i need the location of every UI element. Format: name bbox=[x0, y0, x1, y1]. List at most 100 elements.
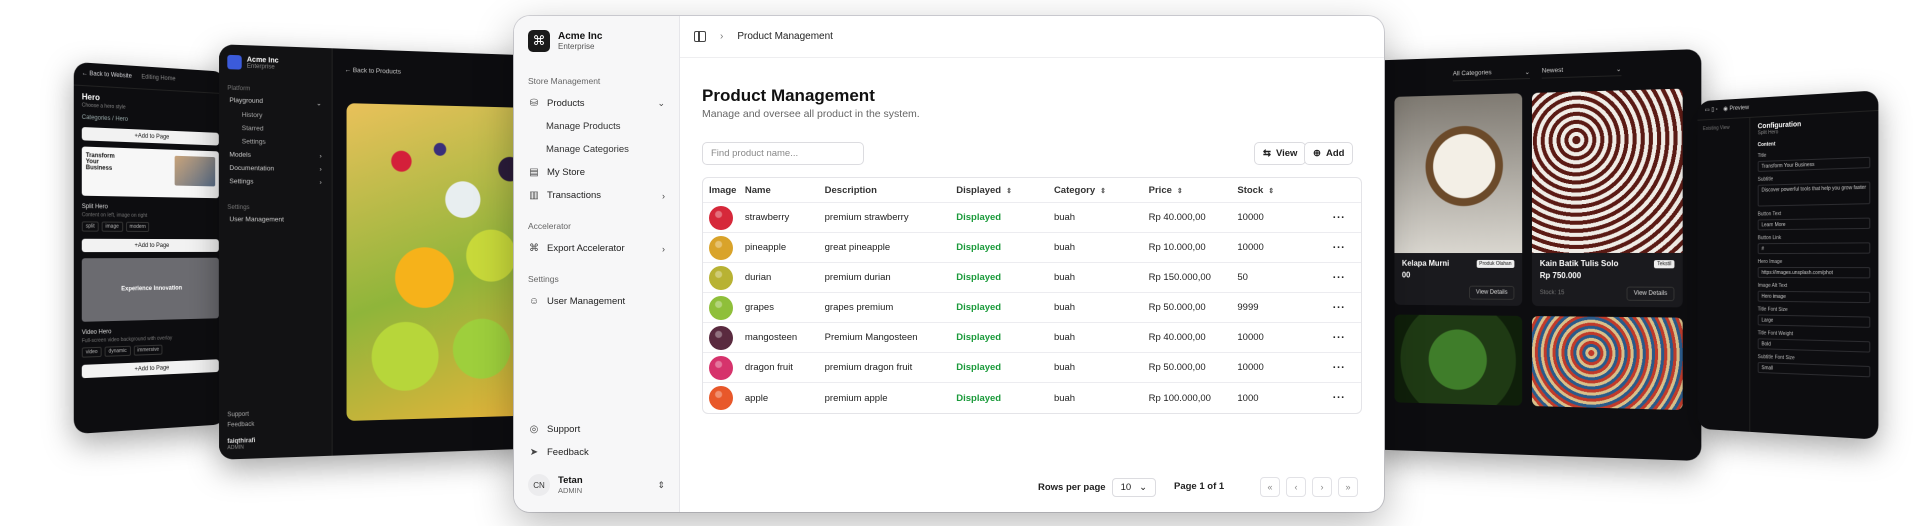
back-to-products-link[interactable]: ← Back to Products bbox=[333, 48, 533, 87]
table-row[interactable]: mangosteen Premium Mangosteen Displayed bua… bbox=[703, 323, 1361, 353]
settings-label: Settings bbox=[528, 274, 559, 284]
hero-image-field[interactable]: https://images.unsplash.com/phot bbox=[1757, 266, 1871, 279]
button-link-field[interactable]: # bbox=[1757, 242, 1871, 255]
product-image-cell bbox=[703, 325, 745, 350]
col-displayed[interactable]: Displayed ⇕ bbox=[956, 185, 1054, 196]
product-category: buah bbox=[1053, 272, 1076, 283]
add-to-page-button[interactable]: + Add to Page bbox=[81, 238, 219, 253]
nav-settings[interactable]: Settings › bbox=[219, 175, 332, 190]
chevron-right-icon: › bbox=[662, 190, 665, 201]
feedback-link[interactable]: Feedback bbox=[227, 418, 323, 431]
nav-user-management[interactable]: User Management bbox=[219, 213, 332, 227]
brand-name: Acme Inc bbox=[558, 31, 603, 42]
device-toggle-icon[interactable]: ▭ ▯ ▫ bbox=[1705, 106, 1718, 114]
product-description: premium apple bbox=[824, 392, 888, 404]
fruit-platter-image bbox=[346, 103, 533, 421]
back-to-website-link[interactable]: ← Back to Website bbox=[82, 71, 132, 80]
row-actions-icon[interactable]: ··· bbox=[1317, 242, 1361, 254]
breadcrumb: Product Management bbox=[737, 31, 833, 42]
view-options-button[interactable]: ⇆ View bbox=[1254, 142, 1307, 165]
table-row[interactable]: grapes grapes premium Displayed buah Rp 50.0… bbox=[703, 293, 1361, 323]
col-category[interactable]: Category ⇕ bbox=[1054, 185, 1149, 196]
view-details-button[interactable]: View Details bbox=[1469, 285, 1515, 300]
sort-icon: ⇕ bbox=[1268, 187, 1275, 195]
row-actions-icon[interactable]: ··· bbox=[1317, 302, 1361, 314]
sort-select[interactable]: Newest ⌄ bbox=[1541, 61, 1622, 79]
last-page-button[interactable]: » bbox=[1338, 477, 1358, 497]
add-to-page-button[interactable]: + Add to Page bbox=[81, 359, 219, 379]
sidebar-item-label: Feedback bbox=[547, 447, 589, 458]
tag: image bbox=[101, 221, 123, 232]
product-card[interactable]: Kain Batik Tulis Solo Tekstil Rp 750.000 … bbox=[1531, 88, 1683, 308]
displayed-status: Displayed bbox=[956, 362, 1002, 373]
config-left: Existing View bbox=[1697, 117, 1751, 432]
row-actions-icon[interactable]: ··· bbox=[1317, 392, 1361, 404]
title-field[interactable]: Transform Your Business bbox=[1757, 156, 1871, 172]
sidebar-toggle-icon[interactable] bbox=[694, 31, 706, 42]
row-actions-icon[interactable]: ··· bbox=[1317, 272, 1361, 284]
col-price[interactable]: Price ⇕ bbox=[1149, 185, 1238, 196]
sidebar-item-manage-products[interactable]: Manage Products bbox=[514, 115, 679, 138]
subtitle-font-size-select[interactable]: Small bbox=[1757, 362, 1871, 378]
rows-per-page-select[interactable]: 10 ⌄ bbox=[1111, 478, 1157, 497]
title-font-weight-select[interactable]: Bold bbox=[1757, 338, 1871, 353]
first-page-button[interactable]: « bbox=[1260, 477, 1280, 497]
table-row[interactable]: apple premium apple Displayed buah Rp 100.00… bbox=[703, 383, 1361, 413]
split-hero-tags: split image modern bbox=[74, 218, 226, 235]
user-menu[interactable]: CN Tetan ADMIN ⇕ bbox=[514, 464, 679, 512]
team-switcher[interactable]: ⌘ Acme Inc Enterprise bbox=[514, 16, 679, 62]
sidebar-item-user-management[interactable]: ☺ User Management bbox=[514, 290, 679, 313]
table-row[interactable]: durian premium durian Displayed buah Rp 150.… bbox=[703, 263, 1361, 293]
displayed-status: Displayed bbox=[956, 392, 1002, 404]
product-stock: 10000 bbox=[1237, 362, 1264, 373]
product-card[interactable] bbox=[1531, 316, 1683, 411]
displayed-status: Displayed bbox=[956, 332, 1002, 343]
preview-button[interactable]: ◉ Preview bbox=[1723, 104, 1749, 112]
subtitle-field[interactable]: Discover powerful tools that help you gr… bbox=[1757, 181, 1871, 207]
sidebar-item-products[interactable]: ⛁ Products ⌄ bbox=[514, 92, 679, 115]
product-thumbnail bbox=[709, 235, 733, 260]
product-price: Rp 150.000,00 bbox=[1148, 272, 1211, 283]
product-card[interactable] bbox=[1394, 314, 1523, 406]
field-label: Title Font Size bbox=[1757, 306, 1788, 314]
add-to-page-button[interactable]: + Add to Page bbox=[81, 127, 219, 146]
sidebar-footer: ◎ Support ➤ Feedback CN Tetan ADMIN ⇕ bbox=[514, 418, 679, 512]
product-management-window: ⌘ Acme Inc Enterprise Store Management ⛁… bbox=[514, 16, 1384, 512]
product-category: buah bbox=[1053, 242, 1076, 253]
title-font-size-select[interactable]: Large bbox=[1757, 314, 1871, 328]
video-hero-thumbnail[interactable]: Experience Innovation bbox=[81, 257, 219, 322]
col-description: Description bbox=[824, 184, 877, 196]
product-search-input[interactable] bbox=[702, 142, 864, 165]
sidebar-item-label: My Store bbox=[547, 167, 586, 178]
category-select[interactable]: All Categories ⌄ bbox=[1452, 65, 1530, 82]
row-actions-icon[interactable]: ··· bbox=[1317, 332, 1361, 344]
product-category: buah bbox=[1053, 362, 1076, 373]
sidebar-item-support[interactable]: ◎ Support bbox=[514, 418, 679, 441]
button-text-field[interactable]: Learn More bbox=[1757, 217, 1871, 231]
prev-page-button[interactable]: ‹ bbox=[1286, 477, 1306, 497]
table-row[interactable]: strawberry premium strawberry Displayed bua… bbox=[703, 203, 1361, 233]
split-hero-thumbnail[interactable]: Transform Your Business bbox=[81, 146, 219, 199]
table-row[interactable]: dragon fruit premium dragon fruit Displaye… bbox=[703, 353, 1361, 383]
brand-plan: Enterprise bbox=[558, 42, 595, 51]
sidebar-item-transactions[interactable]: ▥ Transactions › bbox=[514, 184, 679, 207]
view-details-button[interactable]: View Details bbox=[1626, 286, 1675, 302]
lifebuoy-icon: ◎ bbox=[529, 424, 539, 435]
image-alt-field[interactable]: Hero image bbox=[1757, 290, 1871, 304]
table-row[interactable]: pineapple great pineapple Displayed buah Rp … bbox=[703, 233, 1361, 263]
sidebar-item-manage-categories[interactable]: Manage Categories bbox=[514, 138, 679, 161]
displayed-status: Displayed bbox=[956, 302, 1002, 313]
product-detail-screen: Acme Inc Enterprise Platform Playground ⌄… bbox=[219, 44, 533, 460]
product-name: grapes bbox=[744, 302, 774, 313]
col-stock[interactable]: Stock ⇕ bbox=[1237, 185, 1317, 196]
row-actions-icon[interactable]: ··· bbox=[1317, 362, 1361, 374]
row-actions-icon[interactable]: ··· bbox=[1317, 212, 1361, 224]
hero-picker-screen: ← Back to Website Editing Home Hero Choo… bbox=[73, 61, 227, 435]
sidebar-item-my-store[interactable]: ▤ My Store bbox=[514, 161, 679, 184]
next-page-button[interactable]: › bbox=[1312, 477, 1332, 497]
sidebar-item-export-accelerator[interactable]: ⌘ Export Accelerator › bbox=[514, 237, 679, 260]
product-card[interactable]: Kelapa Murni Produk Olahan 00 View Detail… bbox=[1394, 93, 1523, 306]
card-price: Rp 750.000 bbox=[1539, 271, 1582, 281]
sidebar-item-feedback[interactable]: ➤ Feedback bbox=[514, 441, 679, 464]
add-product-button[interactable]: ⊕ Add bbox=[1304, 142, 1354, 165]
